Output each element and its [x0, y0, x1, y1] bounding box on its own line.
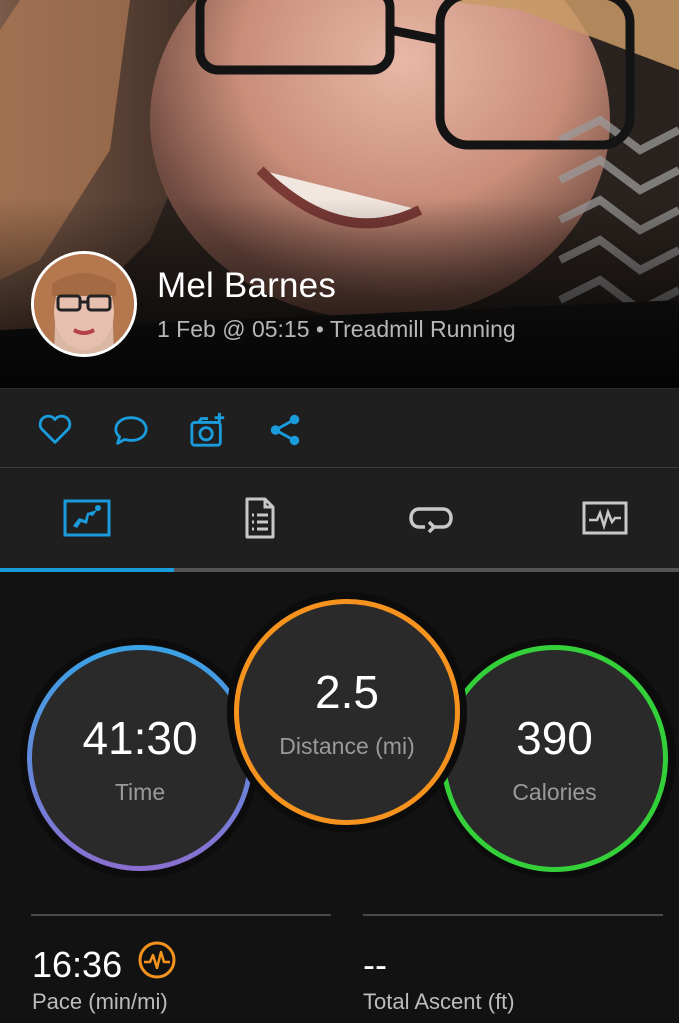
activity-meta: 1 Feb @ 05:15 • Treadmill Running	[157, 316, 516, 342]
activity-header: Mel Barnes 1 Feb @ 05:15 • Treadmill Run…	[0, 0, 679, 388]
share-icon	[270, 414, 300, 446]
like-button[interactable]	[34, 409, 76, 451]
ascent-divider	[363, 914, 663, 916]
distance-stat[interactable]: 2.5 Distance (mi)	[234, 599, 460, 825]
action-bar	[0, 388, 679, 468]
add-photo-icon	[190, 412, 225, 447]
time-label: Time	[114, 778, 166, 805]
tab-bar	[0, 468, 679, 572]
ascent-label: Total Ascent (ft)	[363, 989, 515, 1014]
laps-icon	[409, 507, 453, 534]
time-stat[interactable]: 41:30 Time	[27, 645, 253, 871]
time-value: 41:30	[82, 711, 198, 764]
avatar[interactable]	[31, 251, 137, 357]
calories-label: Calories	[512, 779, 597, 805]
pace-heart-rate-icon	[138, 941, 176, 979]
comment-icon	[114, 416, 148, 445]
tab-summary[interactable]	[2, 468, 172, 568]
charts-icon	[582, 501, 628, 535]
pace-divider	[31, 914, 331, 916]
ascent-value: --	[363, 944, 387, 985]
comment-button[interactable]	[110, 409, 152, 451]
add-photo-button[interactable]	[187, 409, 229, 451]
user-name[interactable]: Mel Barnes	[157, 266, 336, 306]
tab-charts[interactable]	[520, 468, 679, 568]
share-button[interactable]	[264, 409, 306, 451]
stats-panel: 41:30 Time 390 Calories 2.5 Distance (mi…	[0, 572, 679, 1023]
summary-icon	[63, 499, 111, 537]
distance-label: Distance (mi)	[279, 732, 415, 759]
details-icon	[245, 497, 275, 539]
tab-laps[interactable]	[346, 468, 516, 568]
tab-details[interactable]	[174, 468, 344, 568]
calories-value: 390	[516, 712, 593, 764]
pace-value: 16:36	[32, 944, 123, 985]
heart-icon	[38, 414, 72, 444]
calories-stat[interactable]: 390 Calories	[441, 645, 668, 872]
distance-value: 2.5	[315, 665, 379, 718]
pace-label: Pace (min/mi)	[32, 989, 168, 1014]
